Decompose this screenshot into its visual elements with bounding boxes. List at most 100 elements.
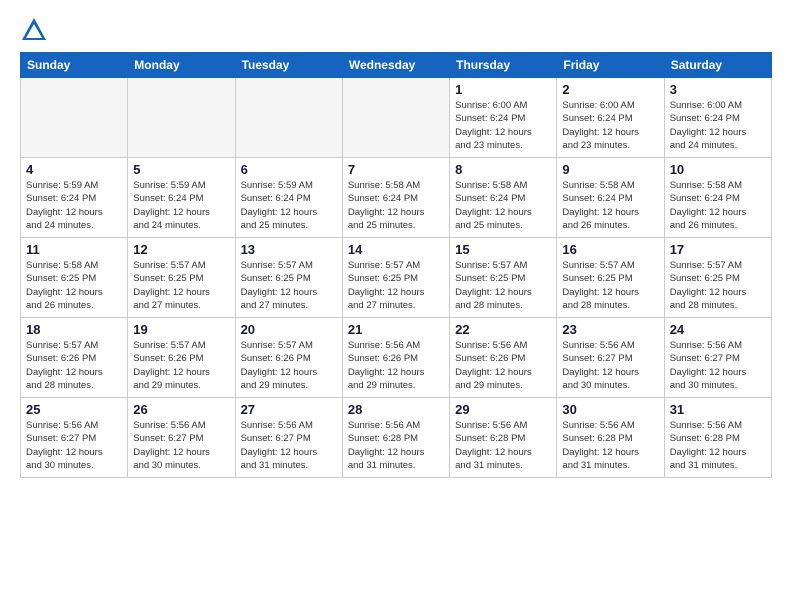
day-number: 29: [455, 402, 551, 417]
calendar-cell: 27 Sunrise: 5:56 AMSunset: 6:27 PMDayligh…: [235, 398, 342, 478]
day-number: 30: [562, 402, 658, 417]
calendar-cell: 4Sunrise: 5:59 AMSunset: 6:24 PMDaylight…: [21, 158, 128, 238]
day-number: 18: [26, 322, 122, 337]
calendar-header-row: SundayMondayTuesdayWednesdayThursdayFrid…: [21, 53, 772, 78]
day-info: Sunrise: 5:59 AMSunset: 6:24 PMDaylight:…: [133, 179, 229, 232]
calendar-cell: 2Sunrise: 6:00 AMSunset: 6:24 PMDaylight…: [557, 78, 664, 158]
logo-icon: [20, 16, 48, 44]
calendar-cell: 25 Sunrise: 5:56 AMSunset: 6:27 PMDayligh…: [21, 398, 128, 478]
day-info: Sunrise: 5:57 AMSunset: 6:25 PMDaylight:…: [133, 259, 229, 312]
calendar-cell: 10 Sunrise: 5:58 AMSunset: 6:24 PMDayligh…: [664, 158, 771, 238]
day-number: 15: [455, 242, 551, 257]
calendar-cell: 5 Sunrise: 5:59 AMSunset: 6:24 PMDaylight…: [128, 158, 235, 238]
day-number: 21: [348, 322, 444, 337]
day-number: 2: [562, 82, 658, 97]
page: SundayMondayTuesdayWednesdayThursdayFrid…: [0, 0, 792, 612]
calendar-cell: 6 Sunrise: 5:59 AMSunset: 6:24 PMDaylight…: [235, 158, 342, 238]
calendar-cell: [21, 78, 128, 158]
day-info: Sunrise: 5:56 AMSunset: 6:28 PMDaylight:…: [562, 419, 658, 472]
calendar-cell: 13 Sunrise: 5:57 AMSunset: 6:25 PMDayligh…: [235, 238, 342, 318]
logo: [20, 16, 52, 44]
calendar-table: SundayMondayTuesdayWednesdayThursdayFrid…: [20, 52, 772, 478]
day-info: Sunrise: 5:58 AMSunset: 6:25 PMDaylight:…: [26, 259, 122, 312]
day-info: Sunrise: 5:57 AMSunset: 6:25 PMDaylight:…: [670, 259, 766, 312]
day-info: Sunrise: 5:59 AMSunset: 6:24 PMDaylight:…: [241, 179, 337, 232]
calendar-day-header: Sunday: [21, 53, 128, 78]
calendar-day-header: Saturday: [664, 53, 771, 78]
day-number: 11: [26, 242, 122, 257]
header: [20, 16, 772, 44]
day-info: Sunrise: 5:57 AMSunset: 6:25 PMDaylight:…: [241, 259, 337, 312]
day-info: Sunrise: 5:56 AMSunset: 6:28 PMDaylight:…: [348, 419, 444, 472]
calendar-week-row: 25 Sunrise: 5:56 AMSunset: 6:27 PMDayligh…: [21, 398, 772, 478]
day-info: Sunrise: 5:56 AMSunset: 6:27 PMDaylight:…: [562, 339, 658, 392]
calendar-day-header: Friday: [557, 53, 664, 78]
calendar-week-row: 1 Sunrise: 6:00 AMSunset: 6:24 PMDaylight…: [21, 78, 772, 158]
day-info: Sunrise: 5:58 AMSunset: 6:24 PMDaylight:…: [562, 179, 658, 232]
day-info: Sunrise: 5:57 AMSunset: 6:26 PMDaylight:…: [133, 339, 229, 392]
day-number: 16: [562, 242, 658, 257]
day-info: Sunrise: 5:57 AMSunset: 6:25 PMDaylight:…: [348, 259, 444, 312]
calendar-cell: 31 Sunrise: 5:56 AMSunset: 6:28 PMDayligh…: [664, 398, 771, 478]
calendar-cell: [128, 78, 235, 158]
day-number: 22: [455, 322, 551, 337]
calendar-cell: 7Sunrise: 5:58 AMSunset: 6:24 PMDaylight…: [342, 158, 449, 238]
day-number: 7: [348, 162, 444, 177]
calendar-week-row: 4Sunrise: 5:59 AMSunset: 6:24 PMDaylight…: [21, 158, 772, 238]
calendar-cell: 28 Sunrise: 5:56 AMSunset: 6:28 PMDayligh…: [342, 398, 449, 478]
day-info: Sunrise: 5:57 AMSunset: 6:25 PMDaylight:…: [562, 259, 658, 312]
day-number: 1: [455, 82, 551, 97]
calendar-cell: 8 Sunrise: 5:58 AMSunset: 6:24 PMDaylight…: [450, 158, 557, 238]
day-number: 13: [241, 242, 337, 257]
day-info: Sunrise: 6:00 AMSunset: 6:24 PMDaylight:…: [670, 99, 766, 152]
calendar-cell: 24Sunrise: 5:56 AMSunset: 6:27 PMDayligh…: [664, 318, 771, 398]
day-number: 28: [348, 402, 444, 417]
calendar-cell: 18 Sunrise: 5:57 AMSunset: 6:26 PMDayligh…: [21, 318, 128, 398]
day-number: 5: [133, 162, 229, 177]
calendar-cell: [235, 78, 342, 158]
day-number: 10: [670, 162, 766, 177]
day-number: 9: [562, 162, 658, 177]
day-info: Sunrise: 5:56 AMSunset: 6:28 PMDaylight:…: [455, 419, 551, 472]
calendar-day-header: Tuesday: [235, 53, 342, 78]
calendar-cell: 17 Sunrise: 5:57 AMSunset: 6:25 PMDayligh…: [664, 238, 771, 318]
calendar-cell: 30 Sunrise: 5:56 AMSunset: 6:28 PMDayligh…: [557, 398, 664, 478]
calendar-cell: 22 Sunrise: 5:56 AMSunset: 6:26 PMDayligh…: [450, 318, 557, 398]
calendar-cell: 14 Sunrise: 5:57 AMSunset: 6:25 PMDayligh…: [342, 238, 449, 318]
day-number: 12: [133, 242, 229, 257]
day-info: Sunrise: 6:00 AMSunset: 6:24 PMDaylight:…: [455, 99, 551, 152]
day-number: 27: [241, 402, 337, 417]
calendar-cell: 3 Sunrise: 6:00 AMSunset: 6:24 PMDaylight…: [664, 78, 771, 158]
day-number: 8: [455, 162, 551, 177]
calendar-cell: 16 Sunrise: 5:57 AMSunset: 6:25 PMDayligh…: [557, 238, 664, 318]
day-info: Sunrise: 5:57 AMSunset: 6:26 PMDaylight:…: [241, 339, 337, 392]
calendar-cell: 15Sunrise: 5:57 AMSunset: 6:25 PMDayligh…: [450, 238, 557, 318]
calendar-cell: 26Sunrise: 5:56 AMSunset: 6:27 PMDayligh…: [128, 398, 235, 478]
calendar-week-row: 18 Sunrise: 5:57 AMSunset: 6:26 PMDayligh…: [21, 318, 772, 398]
calendar-day-header: Monday: [128, 53, 235, 78]
day-info: Sunrise: 5:57 AMSunset: 6:26 PMDaylight:…: [26, 339, 122, 392]
calendar-cell: 12 Sunrise: 5:57 AMSunset: 6:25 PMDayligh…: [128, 238, 235, 318]
day-info: Sunrise: 5:58 AMSunset: 6:24 PMDaylight:…: [455, 179, 551, 232]
calendar-cell: 21Sunrise: 5:56 AMSunset: 6:26 PMDayligh…: [342, 318, 449, 398]
day-number: 14: [348, 242, 444, 257]
calendar-cell: 11 Sunrise: 5:58 AMSunset: 6:25 PMDayligh…: [21, 238, 128, 318]
day-info: Sunrise: 5:56 AMSunset: 6:27 PMDaylight:…: [241, 419, 337, 472]
day-info: Sunrise: 5:56 AMSunset: 6:27 PMDaylight:…: [26, 419, 122, 472]
calendar-cell: 19 Sunrise: 5:57 AMSunset: 6:26 PMDayligh…: [128, 318, 235, 398]
day-number: 19: [133, 322, 229, 337]
day-number: 3: [670, 82, 766, 97]
calendar-week-row: 11 Sunrise: 5:58 AMSunset: 6:25 PMDayligh…: [21, 238, 772, 318]
day-info: Sunrise: 5:56 AMSunset: 6:26 PMDaylight:…: [455, 339, 551, 392]
calendar-cell: 9 Sunrise: 5:58 AMSunset: 6:24 PMDaylight…: [557, 158, 664, 238]
day-number: 17: [670, 242, 766, 257]
day-info: Sunrise: 5:56 AMSunset: 6:28 PMDaylight:…: [670, 419, 766, 472]
day-number: 31: [670, 402, 766, 417]
day-number: 6: [241, 162, 337, 177]
day-number: 23: [562, 322, 658, 337]
day-info: Sunrise: 5:56 AMSunset: 6:27 PMDaylight:…: [670, 339, 766, 392]
day-info: Sunrise: 5:59 AMSunset: 6:24 PMDaylight:…: [26, 179, 122, 232]
calendar-cell: [342, 78, 449, 158]
day-number: 25: [26, 402, 122, 417]
day-info: Sunrise: 5:58 AMSunset: 6:24 PMDaylight:…: [670, 179, 766, 232]
